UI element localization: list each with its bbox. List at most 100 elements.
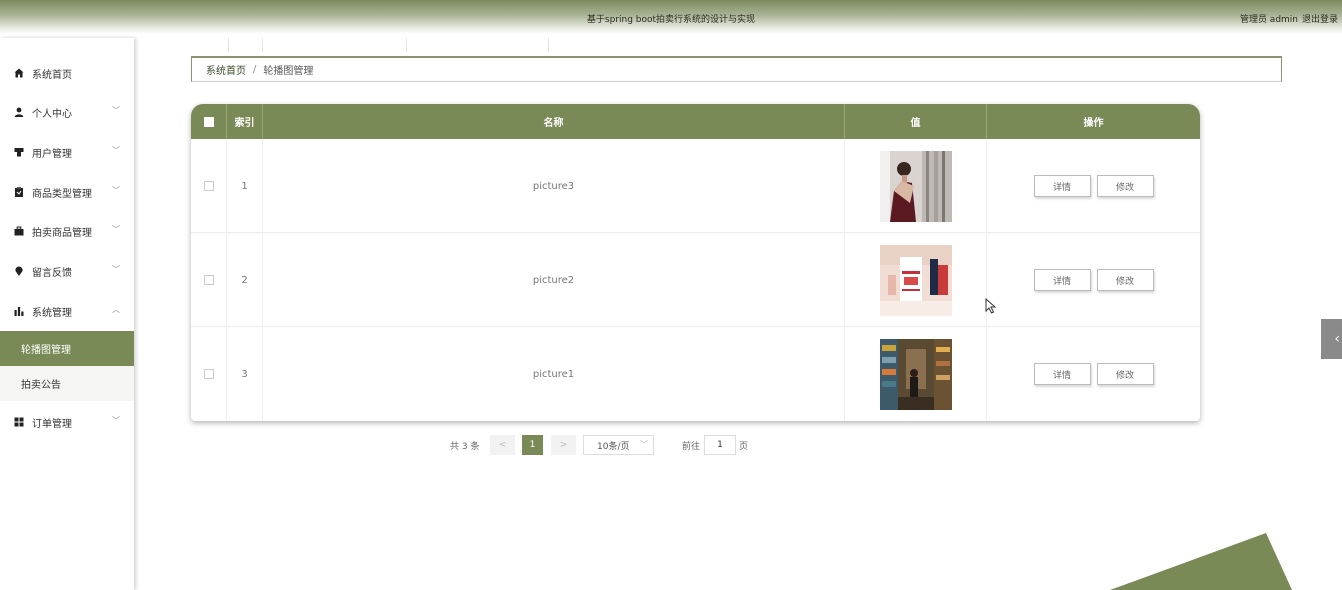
table-row: 2 picture2 详情 修改 — [191, 233, 1200, 327]
photo-bookstore-icon — [879, 338, 952, 410]
breadcrumb-separator: / — [253, 64, 257, 75]
chevron-down-icon: ﹀ — [112, 265, 120, 274]
sidebar-item-label: 用户管理 — [32, 148, 72, 160]
mouse-cursor-icon — [985, 298, 997, 314]
chevron-down-icon: ﹀ — [112, 225, 120, 234]
table-row: 3 picture1 详情 修改 — [191, 327, 1200, 421]
prev-page-button[interactable]: < — [490, 435, 515, 455]
pagination-total: 共 3 条 — [450, 441, 480, 452]
next-page-button[interactable]: > — [551, 435, 576, 455]
tab-divider — [262, 38, 263, 52]
photo-woman-icon — [879, 150, 952, 222]
edit-button[interactable]: 修改 — [1096, 363, 1154, 385]
photo-shopping-icon — [879, 244, 952, 316]
row-actions: 详情 修改 — [987, 139, 1200, 233]
column-header-actions: 操作 — [1083, 118, 1104, 129]
row-index: 1 — [227, 139, 263, 233]
chevron-left-icon: ‹ — [1334, 331, 1340, 347]
row-value-cell — [845, 327, 987, 421]
clipboard-icon — [14, 187, 24, 197]
sidebar-item-feedback[interactable]: 留言反馈 ﹀ — [0, 261, 134, 281]
detail-button[interactable]: 详情 — [1033, 175, 1091, 197]
detail-button[interactable]: 详情 — [1033, 363, 1091, 385]
row-name: picture1 — [263, 327, 845, 421]
row-checkbox[interactable] — [203, 275, 214, 285]
chevron-down-icon: ﹀ — [112, 186, 120, 195]
top-bar: 基于spring boot拍卖行系统的设计与实现 管理员 admin 退出登录 — [0, 0, 1342, 34]
page-number-button[interactable]: 1 — [522, 435, 543, 455]
tab-divider — [406, 38, 407, 52]
app-title: 基于spring boot拍卖行系统的设计与实现 — [586, 15, 756, 25]
sidebar-item-label: 商品类型管理 — [32, 188, 92, 200]
side-panel-toggle[interactable]: ‹ — [1321, 319, 1342, 359]
select-all-cell — [191, 104, 227, 139]
table-header: 索引 名称 值 操作 — [191, 104, 1200, 139]
sidebar-item-label: 订单管理 — [32, 418, 72, 430]
bar-chart-icon — [14, 306, 24, 316]
row-select-cell — [191, 327, 227, 421]
sidebar-subitem-announcement[interactable]: 拍卖公告 — [0, 366, 134, 401]
column-header-index: 索引 — [227, 104, 263, 139]
row-checkbox[interactable] — [203, 181, 214, 191]
admin-label: 管理员 admin — [1239, 15, 1298, 25]
chevron-down-icon: ﹀ — [112, 146, 120, 155]
sidebar-item-label: 系统管理 — [32, 307, 72, 319]
row-select-cell — [191, 233, 227, 327]
sidebar-item-system[interactable]: 系统管理 ︿ — [0, 301, 134, 321]
goto-page-input[interactable]: 1 — [704, 435, 736, 455]
edit-button[interactable]: 修改 — [1096, 175, 1154, 197]
sidebar-item-label: 留言反馈 — [32, 267, 72, 279]
chevron-down-icon: ﹀ — [640, 440, 648, 449]
pin-icon — [14, 266, 24, 276]
page-size-value: 10条/页 — [597, 441, 630, 452]
breadcrumb: 系统首页 / 轮播图管理 — [191, 56, 1282, 82]
logout-link[interactable]: 退出登录 — [1302, 12, 1338, 25]
grid-icon — [14, 417, 24, 427]
sidebar-subitem-label: 轮播图管理 — [21, 345, 71, 356]
row-name: picture3 — [263, 139, 845, 233]
row-index: 2 — [227, 233, 263, 327]
user-icon — [14, 107, 24, 117]
sidebar-item-home[interactable]: 系统首页 — [0, 63, 134, 83]
row-actions: 详情 修改 — [987, 327, 1200, 421]
sidebar-item-category[interactable]: 商品类型管理 ﹀ — [0, 182, 134, 202]
decorative-corner-shape — [1110, 533, 1292, 590]
row-checkbox[interactable] — [203, 369, 214, 379]
row-value-cell — [845, 139, 987, 233]
sidebar-item-label: 个人中心 — [32, 108, 72, 120]
sidebar-subitem-label: 拍卖公告 — [21, 380, 61, 391]
sidebar-item-label: 系统首页 — [32, 69, 72, 81]
page-size-select[interactable]: 10条/页 ﹀ — [583, 435, 654, 455]
edit-button[interactable]: 修改 — [1096, 269, 1154, 291]
breadcrumb-current: 轮播图管理 — [263, 66, 314, 77]
users-icon — [14, 147, 24, 157]
detail-button[interactable]: 详情 — [1033, 269, 1091, 291]
chevron-down-icon: ﹀ — [112, 106, 120, 115]
row-index: 3 — [227, 327, 263, 421]
goto-label: 前往 — [682, 441, 701, 452]
sidebar-item-users[interactable]: 用户管理 ﹀ — [0, 142, 134, 162]
sidebar-item-profile[interactable]: 个人中心 ﹀ — [0, 102, 134, 122]
tab-divider — [548, 38, 549, 52]
row-select-cell — [191, 139, 227, 233]
page-suffix: 页 — [739, 441, 749, 452]
sidebar: 系统首页 个人中心 ﹀ 用户管理 ﹀ 商品类型管理 ﹀ 拍卖商品管理 ﹀ 留言反… — [0, 38, 134, 590]
chevron-up-icon: ︿ — [112, 305, 120, 314]
breadcrumb-home[interactable]: 系统首页 — [206, 62, 246, 77]
column-header-value: 值 — [845, 104, 987, 139]
sidebar-item-auction-goods[interactable]: 拍卖商品管理 ﹀ — [0, 221, 134, 241]
sidebar-item-label: 拍卖商品管理 — [32, 227, 92, 239]
row-actions: 详情 修改 — [987, 233, 1200, 327]
chevron-down-icon: ﹀ — [112, 416, 120, 425]
column-header-name: 名称 — [263, 104, 845, 139]
row-name: picture2 — [263, 233, 845, 327]
row-value-cell — [845, 233, 987, 327]
sidebar-item-orders[interactable]: 订单管理 ﹀ — [0, 412, 134, 432]
tab-divider — [228, 38, 229, 52]
home-icon — [14, 68, 24, 78]
table-row: 1 picture3 详情 修改 — [191, 139, 1200, 233]
select-all-checkbox[interactable] — [203, 116, 214, 127]
carousel-table: 索引 名称 值 操作 1 picture3 详情 修改 2 picture2 详… — [191, 104, 1200, 421]
sidebar-subitem-carousel[interactable]: 轮播图管理 — [0, 331, 134, 366]
briefcase-icon — [14, 226, 24, 236]
